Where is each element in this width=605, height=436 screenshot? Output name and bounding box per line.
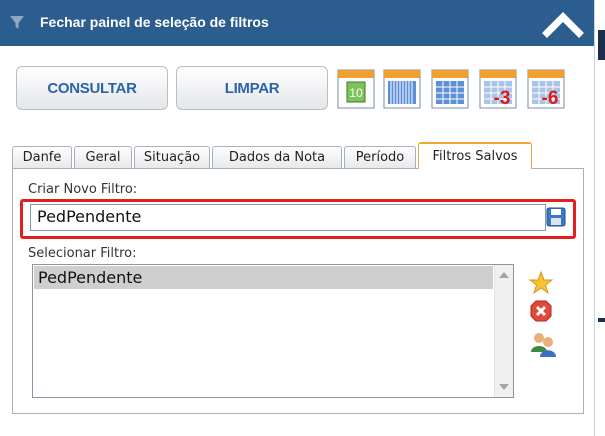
panel-header[interactable]: Fechar painel de seleção de filtros xyxy=(0,0,594,46)
novo-filtro-input[interactable]: PedPendente xyxy=(30,204,546,231)
tab-geral[interactable]: Geral xyxy=(74,146,132,168)
criar-filtro-label: Criar Novo Filtro: xyxy=(28,182,138,197)
background-window-edge xyxy=(596,0,605,436)
calendar-10-label: 10 xyxy=(349,86,363,100)
selecionar-filtro-label: Selecionar Filtro: xyxy=(28,246,137,261)
tab-dados-da-nota[interactable]: Dados da Nota xyxy=(212,146,342,168)
calendar-week-icon[interactable] xyxy=(430,66,470,110)
share-users-icon[interactable] xyxy=(528,330,556,357)
star-icon[interactable] xyxy=(528,270,554,296)
calendar-minus-3-label: -3 xyxy=(494,88,511,109)
list-item[interactable]: PedPendente xyxy=(34,266,493,289)
filtros-listbox[interactable]: PedPendente xyxy=(32,264,514,398)
scroll-down-arrow-icon[interactable] xyxy=(499,384,509,390)
listbox-scrollbar[interactable] xyxy=(494,265,513,397)
tab-situacao[interactable]: Situação xyxy=(134,146,210,168)
calendar-minus-6-icon[interactable]: -6 xyxy=(526,66,566,110)
limpar-button[interactable]: LIMPAR xyxy=(176,66,328,110)
tab-danfe[interactable]: Danfe xyxy=(12,146,72,168)
calendar-minus-3-icon[interactable]: -3 xyxy=(478,66,518,110)
delete-icon[interactable] xyxy=(528,298,554,324)
tab-periodo[interactable]: Período xyxy=(344,146,416,168)
save-icon[interactable] xyxy=(546,207,566,227)
calendar-month-icon[interactable] xyxy=(382,66,422,110)
funnel-icon xyxy=(8,14,26,32)
chevron-up-icon[interactable] xyxy=(538,6,588,42)
calendar-10-icon[interactable]: 10 xyxy=(336,66,376,110)
scroll-up-arrow-icon[interactable] xyxy=(499,272,509,278)
filter-panel: Fechar painel de seleção de filtros CONS… xyxy=(0,0,595,436)
panel-title: Fechar painel de seleção de filtros xyxy=(40,14,269,30)
calendar-minus-6-label: -6 xyxy=(542,88,559,109)
consultar-button[interactable]: CONSULTAR xyxy=(16,66,168,110)
tab-filtros-salvos[interactable]: Filtros Salvos xyxy=(418,142,532,169)
